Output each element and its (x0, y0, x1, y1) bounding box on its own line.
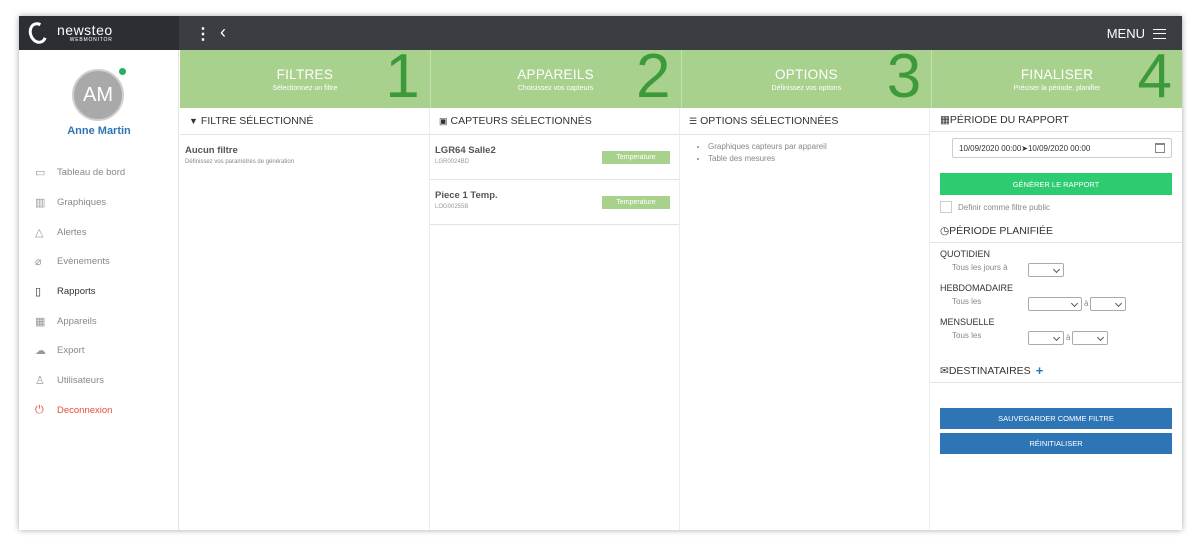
daily-text: Tous les jours à (952, 263, 1008, 272)
monthly-row: Tous les à (940, 331, 1172, 345)
sidebar-item-appareils[interactable]: ▦ Appareils (35, 306, 175, 336)
public-filter-row: Definir comme filtre public (940, 201, 1172, 213)
step-finaliser[interactable]: FINALISER Préciser la période, planifier… (931, 50, 1182, 108)
grid-icon: ▦ (35, 315, 46, 328)
monthly-time-select[interactable] (1072, 331, 1109, 345)
weekly-day-select[interactable] (1028, 297, 1082, 311)
online-status-dot (119, 68, 126, 75)
calendar-icon: ▦ (940, 113, 950, 126)
filters-column: ▼ FILTRE SÉLECTIONNÉ Aucun filtre Défini… (180, 108, 430, 530)
daily-time-select[interactable] (1028, 263, 1064, 277)
filter-subtitle: Définissez vos paramètres de génération (185, 159, 295, 165)
list-item[interactable]: LGR64 Salle2 LGR0024BD Temperature (430, 135, 679, 180)
sidebar-item-export[interactable]: ☁ Export (35, 336, 175, 366)
list-item: Table des mesures (708, 153, 929, 165)
logo-mark-icon (25, 19, 51, 47)
report-period-heading: ▦ PÉRIODE DU RAPPORT (930, 108, 1182, 132)
logo-name: newsteo (57, 22, 113, 38)
top-bar: newsteo WEBMONITOR ⋮ ‹ MENU (19, 16, 1182, 50)
monthly-label: MENSUELLE (940, 317, 995, 327)
sidebar-item-graphiques[interactable]: ▥ Graphiques (35, 188, 175, 218)
filter-title: Aucun filtre (185, 145, 238, 156)
weekly-time-select[interactable] (1090, 297, 1127, 311)
user-icon: ♙ (35, 375, 45, 388)
calendar-icon[interactable] (1155, 143, 1165, 153)
weekly-row: Tous les à (940, 297, 1172, 311)
sidebar: AM Anne Martin ▭ Tableau de bord ▥ Graph… (19, 50, 179, 530)
menu-label: MENU (1106, 26, 1145, 41)
generate-report-button[interactable]: GÉNÉRER LE RAPPORT (940, 173, 1172, 195)
finalize-column: ▦ PÉRIODE DU RAPPORT 10/09/2020 00:00➤10… (930, 108, 1182, 530)
public-filter-checkbox[interactable] (940, 201, 952, 213)
app-window: newsteo WEBMONITOR ⋮ ‹ MENU AM Anne Mart… (19, 16, 1182, 530)
monthly-day-select[interactable] (1028, 331, 1064, 345)
date-range-input[interactable]: 10/09/2020 00:00➤10/09/2020 00:00 (952, 138, 1172, 158)
logo[interactable]: newsteo WEBMONITOR (19, 16, 179, 50)
sidebar-item-utilisateurs[interactable]: ♙ Utilisateurs (35, 366, 175, 396)
filters-heading: ▼ FILTRE SÉLECTIONNÉ (180, 108, 429, 135)
power-icon: ⏻ (35, 403, 44, 416)
planned-period-heading: ◷ PÉRIODE PLANIFIÉE (930, 219, 1182, 243)
sensor-type-badge: Temperature (602, 196, 670, 209)
bell-icon: △ (35, 226, 44, 239)
daily-label: QUOTIDIEN (940, 249, 991, 259)
step-appareils[interactable]: APPAREILS Choisissez vos capteurs 2 (429, 50, 681, 108)
sidebar-item-alertes[interactable]: △ Alertes (35, 217, 175, 247)
more-vertical-icon[interactable]: ⋮ (195, 24, 211, 44)
public-filter-label: Definir comme filtre public (958, 202, 1051, 212)
selected-filter[interactable]: Aucun filtre Définissez vos paramètres d… (180, 135, 429, 175)
menu-button[interactable]: MENU (1107, 26, 1166, 41)
sensors-column: ▣ CAPTEURS SÉLECTIONNÉS LGR64 Salle2 LGR… (430, 108, 680, 530)
step-options[interactable]: OPTIONS Définissez vos options 3 (680, 50, 932, 108)
logo-subtitle: WEBMONITOR (69, 37, 113, 43)
step-number: 2 (636, 50, 671, 108)
sensors-heading: ▣ CAPTEURS SÉLECTIONNÉS (430, 108, 679, 135)
sidebar-item-deconnexion[interactable]: ⏻ Deconnexion (35, 396, 175, 426)
monthly-text: Tous les (952, 331, 982, 340)
monitor-icon: ▭ (35, 167, 46, 180)
document-icon: ▯ (35, 286, 42, 299)
list-icon: ☰ (689, 115, 698, 126)
recipients-heading: ✉ DESTINATAIRES + (930, 359, 1182, 383)
user-name[interactable]: Anne Martin (19, 125, 179, 137)
list-item: Graphiques capteurs par appareil (708, 141, 929, 153)
avatar[interactable]: AM (72, 69, 124, 121)
wizard-steps: FILTRES Sélectionnez un filtre 1 APPAREI… (180, 50, 1182, 108)
options-column: ☰ OPTIONS SÉLECTIONNÉES Graphiques capte… (680, 108, 930, 530)
daily-row: Tous les jours à (940, 263, 1172, 277)
sensor-type-badge: Temperature (602, 151, 670, 164)
sidebar-item-evenements[interactable]: ⌀ Evènements (35, 247, 175, 277)
step-number: 4 (1137, 50, 1172, 108)
sidebar-item-tableau-de-bord[interactable]: ▭ Tableau de bord (35, 158, 175, 188)
options-heading: ☰ OPTIONS SÉLECTIONNÉES (680, 108, 929, 135)
wizard-columns: ▼ FILTRE SÉLECTIONNÉ Aucun filtre Défini… (180, 108, 1182, 530)
envelope-icon: ✉ (940, 364, 949, 377)
step-filtres[interactable]: FILTRES Sélectionnez un filtre 1 (180, 50, 430, 108)
step-number: 1 (385, 50, 420, 108)
chevron-left-icon[interactable]: ‹ (220, 22, 226, 43)
cloud-upload-icon: ☁ (35, 345, 46, 358)
rss-icon: ▣ (439, 115, 448, 126)
reset-button[interactable]: RÉINITIALISER (940, 433, 1172, 454)
paperclip-icon: ⌀ (35, 256, 42, 269)
options-list: Graphiques capteurs par appareil Table d… (680, 135, 929, 165)
sidebar-nav: ▭ Tableau de bord ▥ Graphiques △ Alertes… (35, 158, 175, 425)
weekly-text: Tous les (952, 297, 982, 306)
bar-chart-icon: ▥ (35, 197, 46, 210)
add-recipient-icon[interactable]: + (1036, 363, 1044, 378)
filter-icon: ▼ (189, 116, 198, 126)
hamburger-icon (1153, 28, 1166, 39)
save-filter-button[interactable]: SAUVEGARDER COMME FILTRE (940, 408, 1172, 429)
clock-icon: ◷ (940, 224, 950, 237)
step-number: 3 (886, 50, 922, 108)
sidebar-item-rapports[interactable]: ▯ Rapports (35, 277, 175, 307)
list-item[interactable]: Piece 1 Temp. LOG00255B Temperature (430, 180, 679, 225)
weekly-label: HEBDOMADAIRE (940, 283, 1014, 293)
